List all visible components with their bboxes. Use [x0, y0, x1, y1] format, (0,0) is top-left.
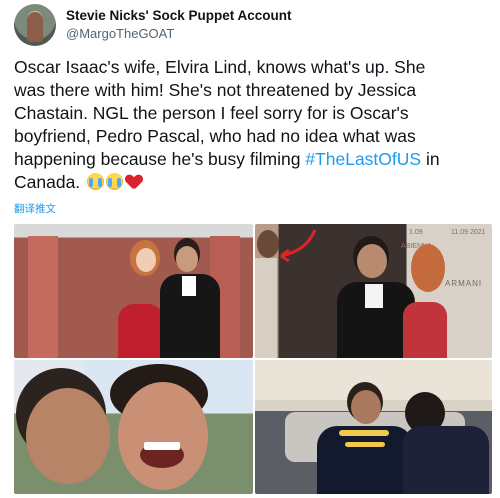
tweet-line-text: happening because he's busy filming	[14, 149, 306, 169]
loudly-crying-face-icon	[106, 173, 124, 190]
tweet-text: Oscar Isaac's wife, Elvira Lind, knows w…	[14, 56, 490, 194]
avatar-figure	[27, 12, 43, 42]
pillar-shape	[28, 236, 58, 358]
avatar[interactable]	[14, 4, 56, 46]
tweet-line-suffix: in	[421, 149, 440, 169]
shirt-front	[365, 284, 383, 308]
tweet-line: Chastain. NGL the person I feel sorry fo…	[14, 103, 409, 123]
flower-garland	[339, 430, 389, 436]
red-dress	[118, 304, 164, 358]
navy-shirt	[317, 426, 413, 494]
tweet-line: boyfriend, Pedro Pascal, who had no idea…	[14, 126, 416, 146]
man-face	[176, 246, 198, 272]
backdrop-date-left: 1.09	[409, 229, 423, 236]
tweet-line: was there with him! She's not threatened…	[14, 80, 417, 100]
tweet-line: Oscar Isaac's wife, Elvira Lind, knows w…	[14, 57, 426, 77]
shirt-front	[182, 276, 196, 296]
red-arrow-icon	[280, 229, 317, 263]
red-dress	[403, 302, 447, 358]
photo-4[interactable]	[255, 360, 492, 494]
loudly-crying-face-icon	[87, 173, 105, 190]
photo-2[interactable]: 1.09 11.09 2021 ABIENNA ARMANI	[255, 224, 492, 358]
man-face	[357, 244, 387, 278]
tweet: Stevie Nicks' Sock Puppet Account @Margo…	[0, 0, 500, 498]
author-name[interactable]: Stevie Nicks' Sock Puppet Account	[66, 8, 292, 23]
man-left-face	[351, 390, 381, 424]
tweet-line-text: Canada.	[14, 172, 81, 192]
teeth	[144, 442, 180, 450]
backdrop-date-right: 11.09 2021	[451, 229, 486, 236]
flower-garland	[345, 442, 385, 447]
broken-heart-icon	[126, 175, 142, 190]
man-left-face	[26, 388, 110, 484]
photo-3[interactable]	[14, 360, 253, 494]
tweet-line-5: happening because he's busy filming #The…	[14, 148, 490, 171]
woman-face	[136, 248, 156, 272]
translate-tweet-link[interactable]: 翻译推文	[14, 201, 56, 216]
person-left-dress	[255, 258, 277, 358]
photo-1[interactable]	[14, 224, 253, 358]
woman-hair	[411, 244, 445, 292]
media-grid: 1.09 11.09 2021 ABIENNA ARMANI	[14, 224, 492, 494]
author-handle[interactable]: @MargoTheGOAT	[66, 26, 174, 41]
man-right-face	[118, 382, 208, 490]
backdrop-brand: ARMANI	[445, 279, 483, 288]
tweet-line-6: Canada.	[14, 171, 490, 194]
hashtag-link[interactable]: #TheLastOfUS	[305, 149, 421, 169]
navy-jacket	[403, 426, 489, 494]
